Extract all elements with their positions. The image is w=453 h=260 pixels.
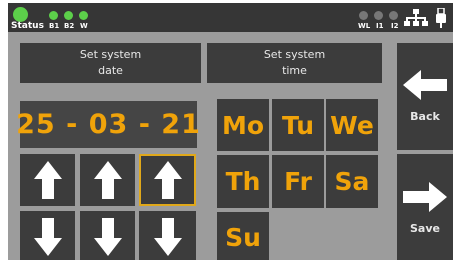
w-label: W <box>80 22 88 30</box>
i2-led <box>389 11 398 20</box>
screen: Status B1 B2 W WL I1 I2 Set system date … <box>8 3 453 260</box>
arrow-down-icon <box>93 218 122 256</box>
back-button[interactable]: Back <box>397 43 453 150</box>
arrow-left-icon <box>403 70 447 100</box>
save-label: Save <box>410 222 440 235</box>
day-up-button[interactable] <box>20 154 75 206</box>
day-su-button[interactable]: Su <box>217 212 269 260</box>
month-down-button[interactable] <box>80 211 135 260</box>
day-mo-button[interactable]: Mo <box>217 99 269 151</box>
wl-label: WL <box>358 22 371 30</box>
status-bar: Status B1 B2 W WL I1 I2 <box>8 3 453 32</box>
day-sa-button[interactable]: Sa <box>326 155 378 208</box>
b2-label: B2 <box>64 22 75 30</box>
w-led <box>79 11 88 20</box>
network-icon <box>404 9 428 26</box>
arrow-up-icon <box>153 161 182 199</box>
usb-icon <box>436 8 446 28</box>
i2-label: I2 <box>391 22 399 30</box>
month-up-button[interactable] <box>80 154 135 206</box>
arrow-up-icon <box>93 161 122 199</box>
day-fr-button[interactable]: Fr <box>272 155 324 208</box>
b1-led <box>49 11 58 20</box>
arrow-down-icon <box>33 218 62 256</box>
i1-led <box>374 11 383 20</box>
back-label: Back <box>410 110 440 123</box>
set-date-button[interactable]: Set system date <box>20 43 201 83</box>
save-button[interactable]: Save <box>397 154 453 260</box>
year-down-button[interactable] <box>139 211 196 260</box>
arrow-up-icon <box>33 161 62 199</box>
arrow-down-icon <box>153 218 182 256</box>
i1-label: I1 <box>376 22 384 30</box>
b2-led <box>64 11 73 20</box>
set-time-line1: Set system <box>263 48 326 61</box>
set-time-button[interactable]: Set system time <box>207 43 382 83</box>
day-we-button[interactable]: We <box>326 99 378 151</box>
day-th-button[interactable]: Th <box>217 155 269 208</box>
arrow-right-icon <box>403 182 447 212</box>
status-label: Status <box>11 21 44 31</box>
set-date-line2: date <box>98 64 123 77</box>
set-time-line2: time <box>282 64 307 77</box>
status-led <box>13 7 28 22</box>
set-date-line1: Set system <box>79 48 142 61</box>
wl-led <box>359 11 368 20</box>
day-tu-button[interactable]: Tu <box>272 99 324 151</box>
date-display: 25 - 03 - 21 <box>16 101 200 148</box>
year-up-button[interactable] <box>139 154 196 206</box>
b1-label: B1 <box>49 22 60 30</box>
day-down-button[interactable] <box>20 211 75 260</box>
